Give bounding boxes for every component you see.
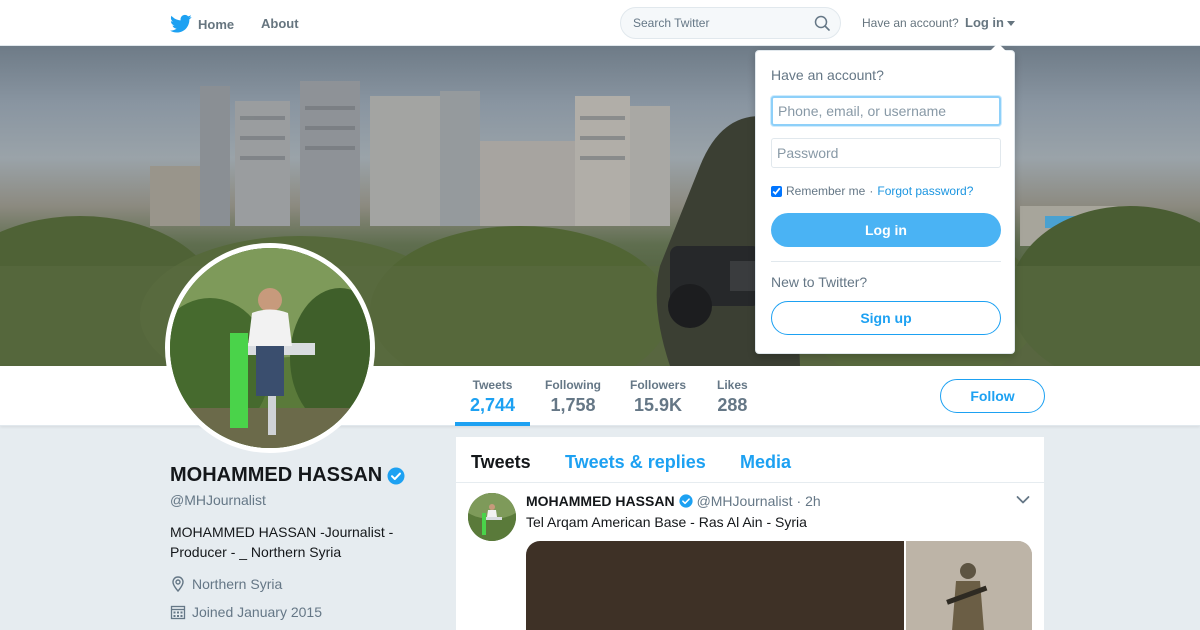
tweet-avatar-photo <box>468 493 516 541</box>
remember-me-label[interactable]: Remember me <box>786 184 865 198</box>
stat-likes-value: 288 <box>717 395 748 415</box>
twitter-bird-icon <box>170 14 192 33</box>
location-pin-icon <box>172 576 184 592</box>
profile-bio: MOHAMMED HASSAN -Journalist - Producer -… <box>170 524 394 560</box>
tweet-author-name[interactable]: MOHAMMED HASSAN <box>526 493 675 509</box>
nav-home-link[interactable]: Home <box>170 14 234 34</box>
verified-badge-icon <box>678 494 693 508</box>
password-input[interactable] <box>771 138 1001 168</box>
stat-tweets-label: Tweets <box>472 378 513 392</box>
remember-me-row: Remember me · Forgot password? <box>771 184 973 198</box>
search-input[interactable] <box>633 16 803 30</box>
avatar-photo <box>170 248 370 448</box>
stat-following-label: Following <box>545 378 601 392</box>
timeline-tabs: Tweets Tweets & replies Media <box>456 437 1044 483</box>
tweet-media <box>526 541 1032 630</box>
top-navigation: Home About Have an account? Log in <box>0 0 1200 46</box>
search-box <box>620 7 841 39</box>
forgot-password-link[interactable]: Forgot password? <box>877 184 973 198</box>
tweet-text: Tel Arqam American Base - Ras Al Ain - S… <box>526 514 807 530</box>
verified-badge-icon <box>387 467 405 484</box>
soldier-photo <box>906 541 1032 630</box>
tweet-avatar[interactable] <box>468 493 516 541</box>
profile-location-text: Northern Syria <box>192 576 283 592</box>
profile-name-row: MOHAMMED HASSAN <box>170 464 405 487</box>
nav-home-label[interactable]: Home <box>198 17 234 32</box>
tab-media[interactable]: Media <box>740 452 791 473</box>
stat-tweets[interactable]: Tweets 2,744 <box>470 378 515 416</box>
dropdown-arrow <box>990 43 1006 51</box>
login-button[interactable]: Log in <box>771 213 1001 247</box>
search-icon[interactable] <box>814 15 830 31</box>
signup-button[interactable]: Sign up <box>771 301 1001 335</box>
remember-separator: · <box>869 184 874 198</box>
chevron-down-icon[interactable] <box>1007 20 1015 26</box>
active-stat-underline <box>455 422 530 426</box>
tweet-timestamp[interactable]: 2h <box>805 493 821 509</box>
tweet[interactable]: MOHAMMED HASSAN @MHJournalist · 2h Tel A… <box>456 483 1044 630</box>
tweet-media-image[interactable] <box>526 541 904 630</box>
tweet-media-image[interactable] <box>906 541 1032 630</box>
stat-following[interactable]: Following 1,758 <box>545 378 601 416</box>
have-account-text: Have an account? <box>862 16 959 30</box>
profile-avatar[interactable] <box>165 243 375 453</box>
tweet-separator: · <box>796 493 802 509</box>
tab-tweets-and-replies[interactable]: Tweets & replies <box>565 452 706 473</box>
tweet-header: MOHAMMED HASSAN @MHJournalist · 2h <box>526 493 821 509</box>
stat-followers[interactable]: Followers 15.9K <box>630 378 686 416</box>
profile-handle[interactable]: @MHJournalist <box>170 492 266 508</box>
stat-followers-value: 15.9K <box>633 395 683 415</box>
username-input[interactable] <box>771 96 1001 126</box>
stat-following-value: 1,758 <box>550 395 596 415</box>
remember-me-checkbox[interactable] <box>771 185 782 197</box>
login-dropdown: Have an account? Remember me · Forgot pa… <box>755 43 1015 354</box>
stat-followers-label: Followers <box>630 378 687 392</box>
profile-joined-text: Joined January 2015 <box>192 604 322 620</box>
nav-about-link[interactable]: About <box>261 16 299 31</box>
tab-tweets[interactable]: Tweets <box>471 452 531 473</box>
profile-name[interactable]: MOHAMMED HASSAN <box>170 464 382 487</box>
tweet-author-handle[interactable]: @MHJournalist <box>697 493 793 509</box>
profile-location: Northern Syria <box>170 576 282 592</box>
profile-joined: Joined January 2015 <box>170 604 322 620</box>
calendar-icon <box>170 605 186 620</box>
dropdown-divider <box>771 261 1001 262</box>
follow-button[interactable]: Follow <box>940 379 1045 413</box>
timeline: Tweets Tweets & replies Media MOHAMMED H… <box>456 437 1044 630</box>
new-to-twitter-text: New to Twitter? <box>771 274 868 290</box>
chevron-down-icon[interactable] <box>1016 495 1030 505</box>
login-menu-toggle[interactable]: Log in <box>965 15 1015 30</box>
login-dropdown-title: Have an account? <box>771 67 884 83</box>
stat-likes-label: Likes <box>717 378 748 392</box>
login-menu-label[interactable]: Log in <box>965 15 1004 30</box>
stat-tweets-value: 2,744 <box>470 395 516 415</box>
stat-likes[interactable]: Likes 288 <box>717 378 748 416</box>
